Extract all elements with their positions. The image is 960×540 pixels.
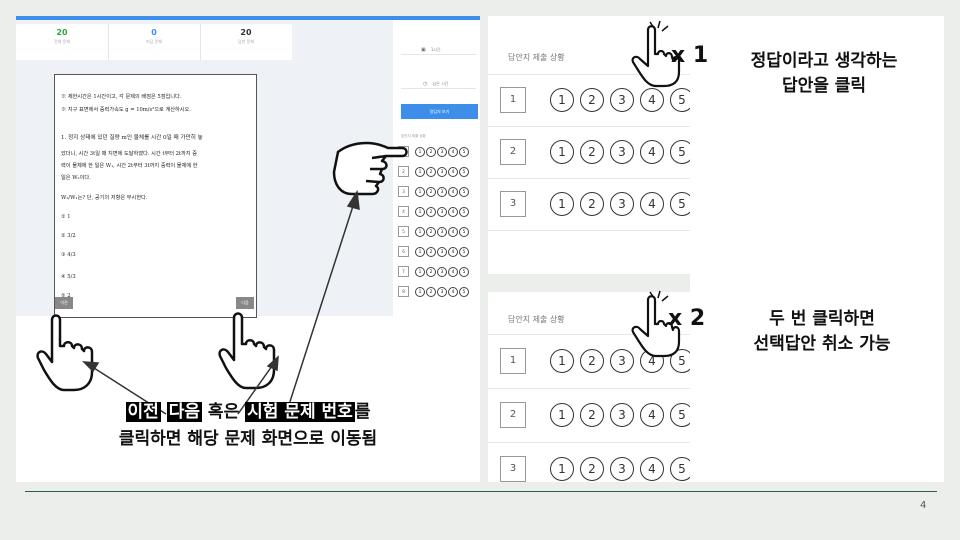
click-count-label: x 2 [668,306,706,331]
single-click-note: 정답이라고 생각하는 답안을 클릭 [750,51,898,96]
caption-line: 클릭하면 해당 문제 화면으로 이동됨 [118,429,378,449]
caption-highlight: 다음 [166,402,203,422]
double-click-note: 두 번 클릭하면 선택답안 취소 가능 [753,309,891,354]
left-caption: 이전 다음 혹은 시험 문제 번호 를 클릭하면 해당 문제 화면으로 이동됨 [16,399,480,453]
instruction-panel: 답안지 제출 상황 112345212345312345 답안지 제출 상황 1… [488,16,944,482]
caption-text: 를 [354,402,371,422]
caption-highlight: 이전 [125,402,161,422]
caption-text: 혹은 [202,402,246,422]
arrow-icon [82,189,360,415]
pointing-hand-icon [332,141,408,196]
page-number: 4 [920,500,927,511]
caption-text [161,402,167,422]
caption-line: 이전 다음 혹은 시험 문제 번호 를 [16,399,480,426]
click-count-label: x 1 [671,43,709,68]
footer-rule [25,491,937,492]
pointing-hand-icon [218,312,276,390]
pointing-hand-icon [36,314,94,392]
exam-screenshot-panel: 20 전체 문제 0 미답 문제 20 답한 문제 ※ 제한시간은 1시간이고,… [16,16,480,482]
caption-highlight: 시험 문제 번호 [245,402,355,422]
